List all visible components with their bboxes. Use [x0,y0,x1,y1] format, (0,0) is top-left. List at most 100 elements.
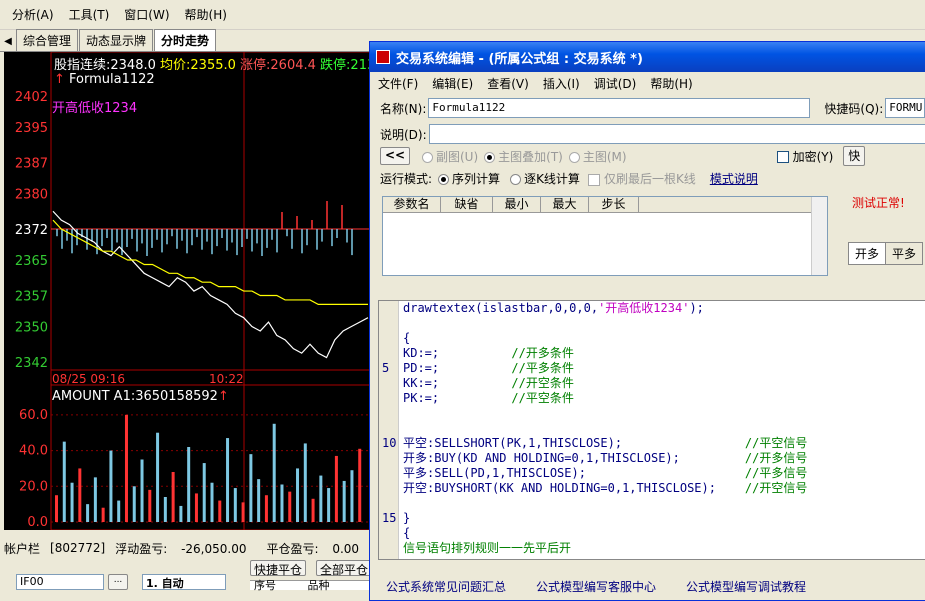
app-icon [376,50,390,64]
code-editor[interactable]: 5 10 15 drawtextex(islastbar,0,0,0,'开高低收… [378,300,925,560]
dialog-menubar: 文件(F) 编辑(E) 查看(V) 插入(I) 调试(D) 帮助(H) [370,72,925,94]
menu-insert[interactable]: 插入(I) [543,75,580,92]
amount-header: AMOUNT A1:3650158592↑ [52,389,229,404]
desc-label: 说明(D): [380,127,427,142]
account-id: [802772] [50,541,106,555]
code-line: 平多:SELL(PD,1,THISCLOSE); //平多信号 [403,466,808,480]
volume-bar [62,441,66,522]
radio-subchart-label: 副图(U) [436,149,479,164]
grid-header: 参数名 缺省 最小 最大 步长 [383,197,827,213]
view-tabbar: ◀ 综合管理 动态显示牌 分时走势 [0,29,370,52]
menu-help[interactable]: 帮助(H) [185,6,227,23]
tab-open-long[interactable]: 开多 [848,242,887,265]
col-step: 步长 [589,197,639,212]
close-all-button[interactable]: 全部平仓 [316,560,372,577]
y-tick-label: 2395 [15,121,48,136]
code-line: } [403,511,411,525]
code-line: 开空:BUYSHORT(KK AND HOLDING=0,1,THISCLOSE… [403,481,808,495]
name-row: 名称(N): Formula1122 快捷码(Q): FORMU [380,98,925,118]
volume-bar [264,495,268,522]
menu-view[interactable]: 查看(V) [487,75,529,92]
menu-window[interactable]: 窗口(W) [124,6,169,23]
name-field[interactable]: Formula1122 [428,98,811,118]
volume-y-tick-label: 60.0 [19,408,48,423]
tab-scroll-left-icon[interactable]: ◀ [0,36,16,47]
mode-help-link[interactable]: 模式说明 [710,170,758,187]
menu-dialog-help[interactable]: 帮助(H) [650,75,692,92]
radio-icon [568,151,580,163]
radio-icon [510,174,522,185]
quick-close-button[interactable]: 快捷平仓 [250,560,306,577]
volume-y-tick-label: 0.0 [27,515,48,530]
col-symbol: 品种 [307,579,330,592]
code-line: 平空:SELLSHORT(PK,1,THISCLOSE); //平空信号 [403,436,808,450]
radio-subchart[interactable]: 副图(U) [416,148,478,165]
radio-icon [438,174,450,185]
link-faq[interactable]: 公式系统常见问题汇总 [386,578,506,595]
limit-down: 跌停:213 [320,58,370,73]
volume-bar [342,480,346,522]
y-tick-label: 2365 [15,254,48,269]
col-min: 最小 [493,197,541,212]
tab-intraday[interactable]: 分时走势 [154,29,217,51]
volume-bar [109,450,113,522]
quick-button[interactable]: 快 [843,146,866,166]
radio-mainchart[interactable]: 主图(M) [563,148,627,165]
menu-analysis[interactable]: 分析(A) [12,6,54,23]
menu-debug[interactable]: 调试(D) [594,75,637,92]
symbol-picker-button[interactable]: ... [108,574,128,590]
code-text: drawtextex(islastbar,0,0,0,'开高低收1234'); {… [403,301,807,556]
radio-per-bar[interactable]: 逐K线计算 [504,170,580,187]
volume-y-tick-label: 40.0 [19,444,48,459]
account-label: 帐户栏 [4,541,41,556]
shortcut-field[interactable]: FORMU [885,98,925,118]
link-support[interactable]: 公式模型编写客服中心 [536,578,656,595]
menu-file[interactable]: 文件(F) [378,75,418,92]
menu-tools[interactable]: 工具(T) [69,6,110,23]
radio-sequential-label: 序列计算 [452,172,501,186]
volume-bar [257,479,261,522]
parameter-grid[interactable]: 参数名 缺省 最小 最大 步长 [382,196,828,276]
refresh-last-checkbox[interactable]: 仅刷最后一根K线 [587,170,696,187]
radio-sequential[interactable]: 序列计算 [432,170,500,187]
y-tick-label: 2402 [15,90,48,105]
desc-row: 说明(D): [380,124,925,144]
col-default: 缺省 [441,197,493,212]
volume-bar [280,484,284,522]
menu-edit[interactable]: 编辑(E) [432,75,473,92]
code-line: PD:=; //平多条件 [403,361,574,375]
formula-editor-dialog: 交易系统编辑 - (所属公式组 : 交易系统 *) 文件(F) 编辑(E) 查看… [369,41,925,601]
chart-frame [50,52,370,530]
collapse-button[interactable]: << [380,147,410,165]
description-field[interactable] [428,124,925,144]
dialog-titlebar[interactable]: 交易系统编辑 - (所属公式组 : 交易系统 *) [370,42,925,72]
radio-per-bar-label: 逐K线计算 [524,172,580,186]
link-tutorial[interactable]: 公式模型编写调试教程 [686,578,806,595]
test-status: 测试正常! [852,196,905,210]
intraday-chart[interactable]: 2402 2395 2387 2380 2372 2365 2357 2350 2342 08/2… [4,52,370,530]
y-tick-label: 2372 [15,223,48,238]
trade-panel: IF00 ... 1. 自动 快捷平仓 全部平仓 序号 品种 [0,558,380,592]
y-tick-label: 2357 [15,290,48,305]
volume-bar [241,502,245,522]
radio-overlay[interactable]: 主图叠加(T) [478,148,563,165]
code-line: 信号语句排列规则一一先平后开 [403,541,572,555]
volume-bar [226,438,230,522]
price-series-line [52,219,368,305]
line-number: 10 [382,436,397,450]
tab-overview[interactable]: 综合管理 [16,29,79,51]
volume-bar [288,491,292,522]
tab-close-long[interactable]: 平多 [886,242,924,265]
order-mode-select[interactable]: 1. 自动 [142,574,226,590]
tab-dynamic-board[interactable]: 动态显示牌 [79,29,154,51]
grid-scrollbar[interactable] [811,197,827,275]
encrypt-checkbox[interactable]: 加密(Y) [776,148,833,165]
volume-bar [334,455,338,522]
symbol-input[interactable]: IF00 [16,574,104,590]
checkbox-icon [776,151,789,163]
formula-name: Formula1122 [69,72,155,87]
code-line: PK:=; //平空条件 [403,391,574,405]
volume-bar [249,454,253,522]
volume-bar [358,448,362,522]
